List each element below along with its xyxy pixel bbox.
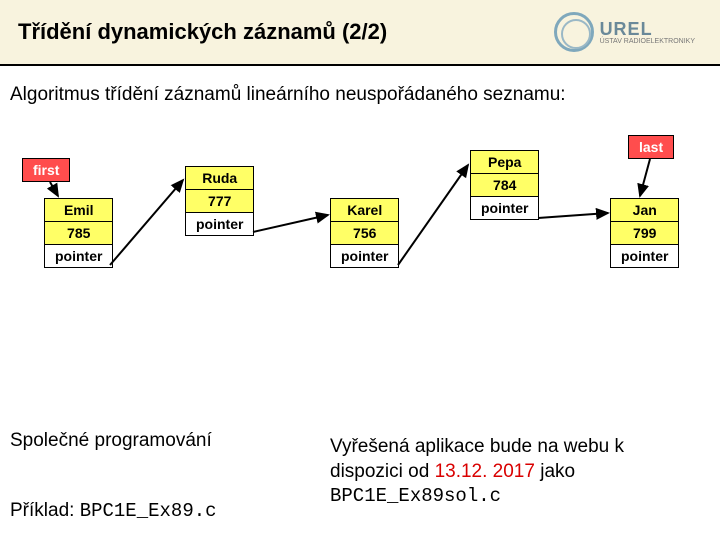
solved-date: 13.12. 2017 (435, 461, 535, 482)
slide-title: Třídění dynamických záznamů (2/2) (18, 19, 387, 45)
slide-header: Třídění dynamických záznamů (2/2) UREL Ú… (0, 0, 720, 66)
example-line: Příklad: BPC1E_Ex89.c (10, 500, 217, 522)
linked-list-diagram: first last Emil 785 pointer Ruda 777 poi… (10, 140, 710, 360)
example-file: BPC1E_Ex89.c (80, 500, 217, 522)
logo: UREL ÚSTAV RADIOELEKTRONIKY (554, 12, 695, 52)
example-label: Příklad: (10, 500, 80, 521)
arrow-icon (10, 140, 710, 360)
logo-subtitle: ÚSTAV RADIOELEKTRONIKY (600, 38, 695, 45)
solved-file: BPC1E_Ex89sol.c (330, 485, 501, 507)
solved-post: jako (535, 461, 575, 482)
solved-text: Vyřešená aplikace bude na webu k dispozi… (330, 435, 700, 509)
programming-label: Společné programování (10, 430, 212, 452)
logo-ring-icon (554, 12, 594, 52)
algorithm-description: Algoritmus třídění záznamů lineárního ne… (10, 84, 566, 106)
logo-name: UREL (600, 20, 695, 38)
